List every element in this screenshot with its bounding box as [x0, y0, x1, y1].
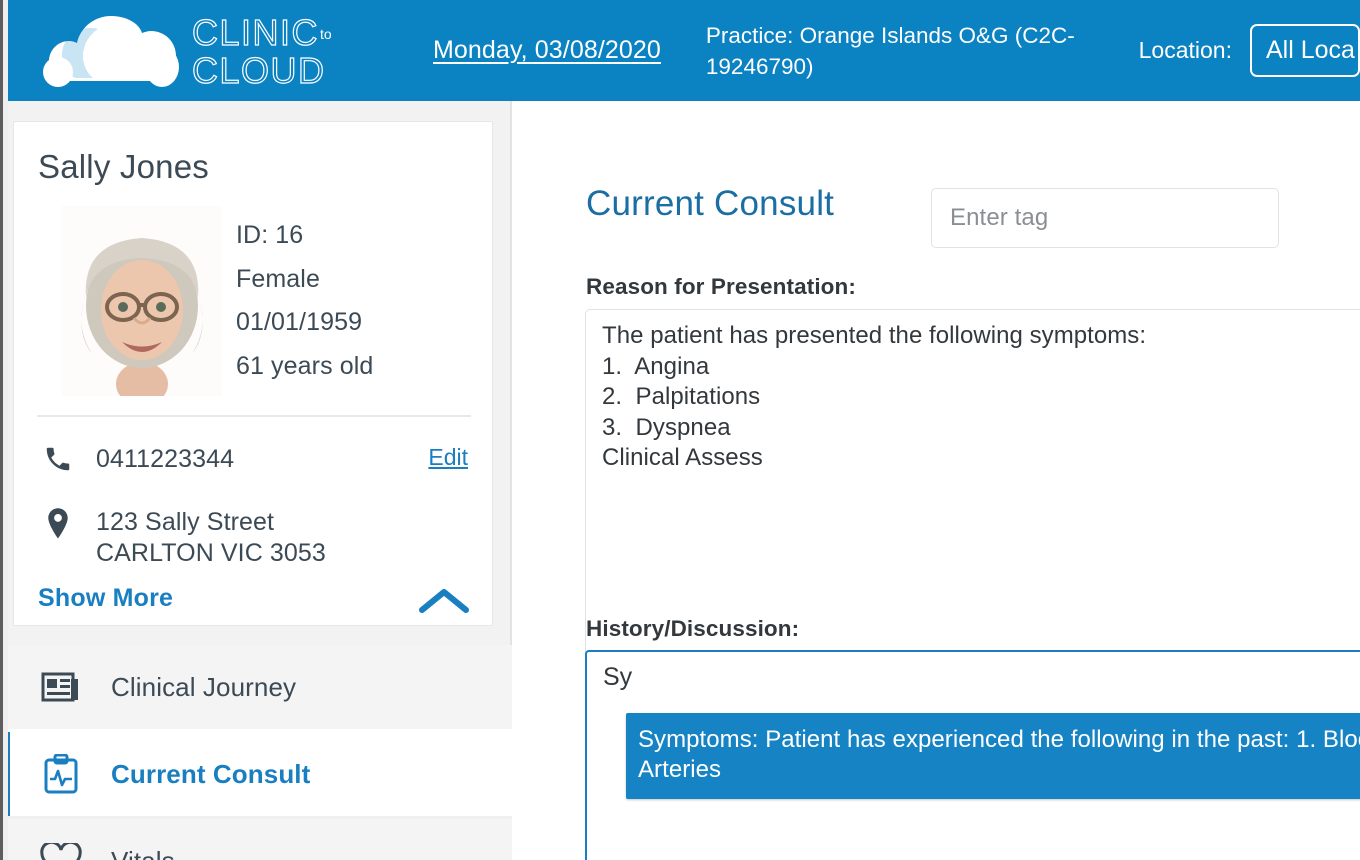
- cloud-icon: [43, 15, 179, 87]
- logo-wordmark: CLINIC to CLOUD: [192, 13, 348, 89]
- show-more-link[interactable]: Show More: [38, 584, 173, 613]
- address-line-1: 123 Sally Street: [96, 508, 275, 536]
- current-date[interactable]: Monday, 03/08/2020: [433, 36, 661, 65]
- app-header: CLINIC to CLOUD Monday, 03/08/2020 Pract…: [0, 0, 1360, 101]
- patient-dob: 01/01/1959: [236, 308, 363, 336]
- newspaper-icon: [38, 670, 84, 704]
- window-edge-strip-light: [3, 0, 8, 860]
- patient-summary-card: Sally Jones ID: 16 Female 01/01/1959 61 …: [13, 121, 493, 626]
- card-divider: [37, 415, 471, 417]
- svg-text:CLINIC: CLINIC: [192, 13, 319, 53]
- patient-address-row: 123 Sally Street CARLTON VIC 3053: [38, 507, 326, 569]
- patient-phone: 0411223344: [96, 445, 235, 473]
- tag-input-placeholder: Enter tag: [950, 204, 1049, 231]
- patient-phone-row: 0411223344: [38, 444, 234, 475]
- chevron-up-icon[interactable]: [418, 584, 470, 618]
- patient-sidebar: Sally Jones ID: 16 Female 01/01/1959 61 …: [0, 101, 512, 860]
- autocomplete-dropdown: Symptoms: Patient has experienced the fo…: [626, 713, 1360, 799]
- history-label: History/Discussion:: [586, 616, 800, 641]
- location-select[interactable]: All Loca: [1250, 24, 1360, 77]
- history-typed-text: Sy: [603, 663, 633, 691]
- patient-demographics: ID: 16 Female 01/01/1959 61 years old: [236, 214, 373, 388]
- svg-text:CLOUD: CLOUD: [192, 50, 326, 89]
- svg-text:to: to: [320, 26, 332, 42]
- phone-icon: [38, 444, 78, 474]
- avatar-image: [62, 206, 222, 396]
- patient-id: ID: 16: [236, 221, 304, 249]
- main-content: Current Consult Enter tag Reason for Pre…: [512, 101, 1360, 860]
- reason-text: The patient has presented the following …: [602, 322, 1147, 471]
- patient-address: 123 Sally Street CARLTON VIC 3053: [96, 507, 326, 569]
- location-pin-icon: [38, 507, 78, 541]
- edit-contact-link[interactable]: Edit: [428, 444, 468, 471]
- patient-age: 61 years old: [236, 351, 374, 380]
- page-title: Current Consult: [586, 184, 835, 223]
- window-edge-strip: [0, 0, 3, 860]
- patient-gender: Female: [236, 264, 320, 293]
- sidebar-item-label: Clinical Journey: [111, 671, 297, 702]
- patient-name: Sally Jones: [38, 148, 209, 185]
- patient-nav-list: Clinical Journey Current Consult: [0, 645, 512, 860]
- sidebar-item-clinical-journey[interactable]: Clinical Journey: [0, 645, 512, 732]
- sidebar-item-label: Vitals: [111, 846, 175, 860]
- autocomplete-option[interactable]: Symptoms: Patient has experienced the fo…: [638, 725, 1360, 785]
- tag-input[interactable]: Enter tag: [931, 188, 1279, 248]
- heart-icon: [38, 843, 84, 860]
- brand-logo[interactable]: CLINIC to CLOUD: [36, 12, 348, 90]
- sidebar-item-label: Current Consult: [111, 758, 311, 789]
- address-line-2: CARLTON VIC 3053: [96, 539, 326, 567]
- sidebar-item-current-consult[interactable]: Current Consult: [0, 732, 512, 819]
- location-label: Location:: [1138, 37, 1232, 63]
- patient-avatar: [62, 206, 222, 396]
- clipboard-pulse-icon: [38, 754, 84, 794]
- app-root: CLINIC to CLOUD Monday, 03/08/2020 Pract…: [0, 0, 1360, 860]
- reason-label: Reason for Presentation:: [586, 274, 856, 299]
- sidebar-item-vitals[interactable]: Vitals: [0, 819, 512, 860]
- practice-info: Practice: Orange Islands O&G (C2C-192467…: [705, 22, 1075, 79]
